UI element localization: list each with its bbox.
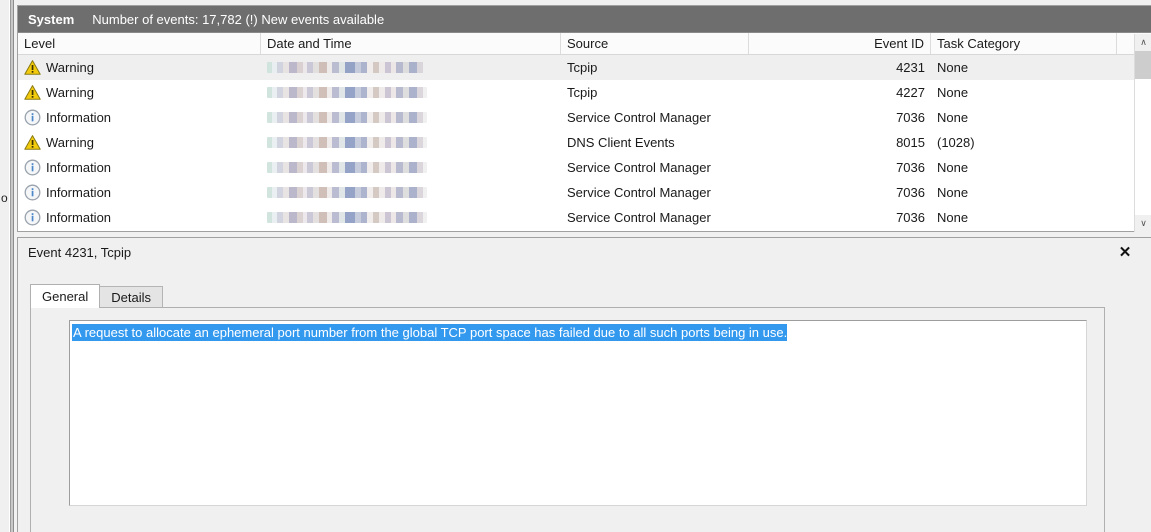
vertical-splitter[interactable] bbox=[9, 0, 17, 532]
scrollbar-track[interactable] bbox=[1135, 79, 1151, 215]
cell-event-id: 7036 bbox=[749, 155, 931, 180]
cell-task-category: None bbox=[931, 180, 1117, 205]
table-row[interactable]: Information Service Control Manager7036No… bbox=[18, 205, 1151, 230]
cell-level: Warning bbox=[18, 55, 261, 80]
cell-event-id: 7036 bbox=[749, 105, 931, 130]
event-viewer-panel: o System Number of events: 17,782 (!) Ne… bbox=[0, 0, 1151, 532]
detail-tab-body: A request to allocate an ephemeral port … bbox=[30, 307, 1105, 532]
event-list-scrollbar[interactable]: ∧ ∨ bbox=[1134, 34, 1151, 232]
cell-source: DNS Client Events bbox=[561, 130, 749, 155]
cell-event-id: 7036 bbox=[749, 180, 931, 205]
warning-icon bbox=[24, 84, 41, 101]
column-header-row: Level Date and Time Source Event ID Task… bbox=[18, 33, 1151, 55]
cell-source: Service Control Manager bbox=[561, 155, 749, 180]
tab-general[interactable]: General bbox=[30, 284, 100, 308]
level-label: Information bbox=[46, 110, 111, 125]
cell-date-and-time bbox=[261, 180, 561, 205]
cell-level: Warning bbox=[18, 80, 261, 105]
cell-level: Information bbox=[18, 205, 261, 230]
cell-level: Information bbox=[18, 180, 261, 205]
cell-event-id: 8015 bbox=[749, 130, 931, 155]
close-icon[interactable]: ✕ bbox=[1115, 242, 1135, 262]
redacted-date-and-time bbox=[267, 137, 427, 148]
log-header-bar: System Number of events: 17,782 (!) New … bbox=[18, 6, 1151, 33]
cell-level: Information bbox=[18, 155, 261, 180]
information-icon bbox=[24, 209, 41, 226]
scrollbar-thumb[interactable] bbox=[1135, 51, 1151, 79]
cell-date-and-time bbox=[261, 205, 561, 230]
redacted-date-and-time bbox=[267, 62, 427, 73]
cell-level: Warning bbox=[18, 130, 261, 155]
detail-title-bar: Event 4231, Tcpip bbox=[18, 238, 1151, 266]
column-header-level[interactable]: Level bbox=[18, 33, 261, 54]
cell-date-and-time bbox=[261, 105, 561, 130]
warning-icon bbox=[24, 134, 41, 151]
information-icon bbox=[24, 159, 41, 176]
redacted-date-and-time bbox=[267, 87, 427, 98]
cell-source: Service Control Manager bbox=[561, 205, 749, 230]
column-header-event-id[interactable]: Event ID bbox=[749, 33, 931, 54]
table-row[interactable]: Warning Tcpip4227None bbox=[18, 80, 1151, 105]
level-label: Warning bbox=[46, 135, 94, 150]
level-label: Warning bbox=[46, 60, 94, 75]
log-name-label: System bbox=[28, 12, 74, 27]
cell-date-and-time bbox=[261, 130, 561, 155]
tab-details[interactable]: Details bbox=[99, 286, 163, 308]
event-list-panel: System Number of events: 17,782 (!) New … bbox=[17, 5, 1151, 232]
table-row[interactable]: Information Service Control Manager7036No… bbox=[18, 180, 1151, 205]
cell-source: Service Control Manager bbox=[561, 105, 749, 130]
redacted-date-and-time bbox=[267, 187, 427, 198]
column-header-date-and-time[interactable]: Date and Time bbox=[261, 33, 561, 54]
cell-task-category: (1028) bbox=[931, 130, 1117, 155]
cell-task-category: None bbox=[931, 55, 1117, 80]
cell-event-id: 4227 bbox=[749, 80, 931, 105]
level-label: Information bbox=[46, 160, 111, 175]
detail-tabstrip: GeneralDetails bbox=[30, 284, 162, 308]
cell-task-category: None bbox=[931, 80, 1117, 105]
edge-text-fragment: o bbox=[1, 192, 8, 204]
level-label: Warning bbox=[46, 85, 94, 100]
level-label: Information bbox=[46, 210, 111, 225]
cell-date-and-time bbox=[261, 80, 561, 105]
cell-event-id: 4231 bbox=[749, 55, 931, 80]
table-row[interactable]: Information Service Control Manager7036No… bbox=[18, 105, 1151, 130]
cell-date-and-time bbox=[261, 55, 561, 80]
detail-title: Event 4231, Tcpip bbox=[28, 245, 131, 260]
redacted-date-and-time bbox=[267, 162, 427, 173]
cell-source: Tcpip bbox=[561, 55, 749, 80]
log-status-label: Number of events: 17,782 (!) New events … bbox=[92, 12, 384, 27]
cell-source: Service Control Manager bbox=[561, 180, 749, 205]
level-label: Information bbox=[46, 185, 111, 200]
table-row[interactable]: Information Service Control Manager7036No… bbox=[18, 155, 1151, 180]
information-icon bbox=[24, 184, 41, 201]
scroll-down-icon[interactable]: ∨ bbox=[1135, 215, 1151, 232]
cell-level: Information bbox=[18, 105, 261, 130]
event-message-box[interactable]: A request to allocate an ephemeral port … bbox=[69, 320, 1087, 506]
event-detail-panel: Event 4231, Tcpip ✕ GeneralDetails A req… bbox=[17, 237, 1151, 532]
event-message-text: A request to allocate an ephemeral port … bbox=[72, 324, 787, 341]
table-row[interactable]: Warning Tcpip4231None bbox=[18, 55, 1151, 80]
cell-event-id: 7036 bbox=[749, 205, 931, 230]
warning-icon bbox=[24, 59, 41, 76]
column-header-task-category[interactable]: Task Category bbox=[931, 33, 1117, 54]
cell-task-category: None bbox=[931, 105, 1117, 130]
table-row[interactable]: Warning DNS Client Events8015(1028) bbox=[18, 130, 1151, 155]
cell-task-category: None bbox=[931, 155, 1117, 180]
scroll-up-icon[interactable]: ∧ bbox=[1135, 34, 1151, 51]
cell-task-category: None bbox=[931, 205, 1117, 230]
column-header-source[interactable]: Source bbox=[561, 33, 749, 54]
event-grid: Level Date and Time Source Event ID Task… bbox=[18, 33, 1151, 231]
cell-source: Tcpip bbox=[561, 80, 749, 105]
event-rows: WarningTcpip4231NoneWarningTcpip4227None… bbox=[18, 55, 1151, 231]
cell-date-and-time bbox=[261, 155, 561, 180]
redacted-date-and-time bbox=[267, 112, 427, 123]
redacted-date-and-time bbox=[267, 212, 427, 223]
information-icon bbox=[24, 109, 41, 126]
